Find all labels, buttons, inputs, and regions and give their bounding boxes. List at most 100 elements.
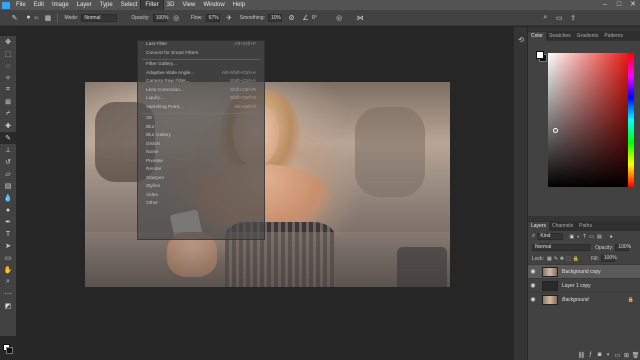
lock-pixels-icon[interactable]: ✎ <box>554 256 558 262</box>
filter-toggle-icon[interactable]: ● <box>610 234 613 240</box>
add-mask-icon[interactable]: ◙ <box>595 352 604 358</box>
filter-menu-item[interactable]: Other <box>138 200 264 209</box>
document-canvas[interactable]: Last Filter Alt+Ctrl+F Convert for Smart F… <box>16 27 513 360</box>
symmetry-icon[interactable]: ⋈ <box>356 13 365 22</box>
adjustment-layer-icon[interactable]: ◐ <box>604 352 613 358</box>
tab-patterns[interactable]: Patterns <box>601 32 626 41</box>
type-tool-icon[interactable]: T <box>0 228 16 240</box>
menu-layer[interactable]: Layer <box>73 0 96 10</box>
tab-swatches[interactable]: Swatches <box>546 32 574 41</box>
default-colors-icon[interactable]: ◩ <box>0 300 16 312</box>
eyedropper-tool-icon[interactable]: ⌿ <box>0 108 16 120</box>
tab-layers[interactable]: Layers <box>528 222 550 231</box>
layer-row[interactable]: ◉ Layer 1 copy <box>528 278 640 292</box>
maximize-button[interactable]: □ <box>612 0 626 10</box>
pressure-size-icon[interactable]: ◎ <box>335 13 344 22</box>
visibility-eye-icon[interactable]: ◉ <box>528 296 538 303</box>
eraser-tool-icon[interactable]: ▱ <box>0 168 16 180</box>
menu-3d[interactable]: 3D <box>163 0 179 10</box>
brush-preset-picker[interactable]: ● <box>24 13 33 22</box>
layer-style-icon[interactable]: ƒ <box>586 352 595 358</box>
filter-type-icon[interactable]: T <box>583 234 586 240</box>
filter-menu-item[interactable]: Camera Raw Filter... Shift+Ctrl+A <box>138 78 264 87</box>
menu-filter[interactable]: Filter <box>140 0 164 11</box>
brush-tool-icon[interactable]: ✎ <box>10 13 19 22</box>
filter-menu-item[interactable]: Last Filter Alt+Ctrl+F <box>138 41 264 50</box>
filter-menu-item[interactable]: Stylize <box>138 183 264 192</box>
lock-artboard-icon[interactable]: ⬚ <box>566 256 571 262</box>
pen-tool-icon[interactable]: ✒ <box>0 216 16 228</box>
filter-adjustment-icon[interactable]: ◐ <box>577 234 580 240</box>
filter-pixel-icon[interactable]: ▣ <box>569 234 574 240</box>
layer-opacity-field[interactable]: 100% <box>615 244 631 251</box>
history-brush-tool-icon[interactable]: ↺ <box>0 156 16 168</box>
filter-menu-item[interactable]: Filter Gallery... <box>138 61 264 70</box>
mode-select[interactable]: Normal <box>81 13 118 22</box>
blur-tool-icon[interactable]: 💧 <box>0 192 16 204</box>
minimize-button[interactable]: – <box>598 0 612 10</box>
pressure-opacity-icon[interactable]: ◎ <box>172 13 181 22</box>
close-button[interactable]: ✕ <box>626 0 640 10</box>
hand-tool-icon[interactable]: ✋ <box>0 264 16 276</box>
panel-foreground-color-swatch[interactable] <box>536 51 544 59</box>
filter-menu-item[interactable]: Distort <box>138 141 264 150</box>
filter-menu-item[interactable]: 3D <box>138 115 264 124</box>
menu-image[interactable]: Image <box>48 0 73 10</box>
filter-menu-item[interactable]: Blur Gallery <box>138 132 264 141</box>
delete-layer-icon[interactable]: 🗑 <box>631 352 640 359</box>
visibility-eye-icon[interactable]: ◉ <box>528 282 538 289</box>
filter-menu-item[interactable]: Video <box>138 192 264 201</box>
menu-view[interactable]: View <box>178 0 199 10</box>
color-picker-cursor[interactable] <box>553 128 558 133</box>
menu-window[interactable]: Window <box>199 0 228 10</box>
lock-all-icon[interactable]: 🔒 <box>573 256 579 262</box>
smoothing-field[interactable]: 10% <box>267 13 282 22</box>
layer-fill-field[interactable]: 100% <box>600 255 617 262</box>
filter-menu-item[interactable]: Lens Correction... Shift+Ctrl+R <box>138 87 264 96</box>
workspace-icon[interactable]: ▭ <box>555 13 564 22</box>
airbrush-icon[interactable]: ✈ <box>225 13 234 22</box>
layer-kind-select[interactable]: Kind <box>537 233 564 240</box>
move-tool-icon[interactable]: ✥ <box>0 36 16 48</box>
quick-select-tool-icon[interactable]: ✧ <box>0 72 16 84</box>
tab-color[interactable]: Color <box>528 32 546 41</box>
gradient-tool-icon[interactable]: ▤ <box>0 180 16 192</box>
menu-select[interactable]: Select <box>117 0 142 10</box>
layer-row[interactable]: ◉ Background 🔒 <box>528 292 640 306</box>
background-color-swatch[interactable] <box>6 347 13 354</box>
search-icon[interactable]: ⌕ <box>541 13 550 22</box>
tab-channels[interactable]: Channels <box>549 222 576 231</box>
filter-menu-item[interactable]: Adaptive Wide Angle... Alt+Shift+Ctrl+A <box>138 70 264 79</box>
menu-type[interactable]: Type <box>96 0 117 10</box>
shape-tool-icon[interactable]: ▭ <box>0 252 16 264</box>
new-layer-icon[interactable]: ⊞ <box>622 352 631 359</box>
smoothing-settings-icon[interactable]: ⚙ <box>287 13 296 22</box>
filter-menu-item[interactable]: Blur <box>138 124 264 133</box>
zoom-tool-icon[interactable]: ⌕ <box>0 276 16 288</box>
filter-menu-item[interactable]: Liquify... Shift+Ctrl+X <box>138 95 264 104</box>
lock-transparency-icon[interactable]: ▦ <box>547 256 552 262</box>
brush-tool-icon[interactable]: ✎ <box>0 132 16 144</box>
path-select-tool-icon[interactable]: ➤ <box>0 240 16 252</box>
filter-shape-icon[interactable]: ▭ <box>589 234 594 240</box>
lock-position-icon[interactable]: ✥ <box>560 256 564 262</box>
filter-menu-item[interactable]: Noise <box>138 149 264 158</box>
filter-menu-item[interactable]: Render <box>138 166 264 175</box>
tab-paths[interactable]: Paths <box>576 222 595 231</box>
blend-mode-select[interactable]: Normal <box>532 244 590 251</box>
opacity-field[interactable]: 100% <box>152 13 169 22</box>
new-group-icon[interactable]: ▭ <box>613 352 622 359</box>
link-layers-icon[interactable]: ⛓ <box>577 352 586 359</box>
share-icon[interactable]: ⇪ <box>569 13 578 22</box>
tab-gradients[interactable]: Gradients <box>574 32 602 41</box>
filter-menu-item[interactable]: Vanishing Point... Alt+Ctrl+V <box>138 104 264 113</box>
crop-tool-icon[interactable]: ⌗ <box>0 84 16 96</box>
angle-value[interactable]: 0° <box>312 15 317 21</box>
history-panel-icon[interactable]: ⟲ <box>514 33 528 47</box>
menu-edit[interactable]: Edit <box>30 0 48 10</box>
brush-settings-icon[interactable]: ▦ <box>43 13 52 22</box>
lasso-tool-icon[interactable]: ◌ <box>0 60 16 72</box>
menu-file[interactable]: File <box>12 0 30 10</box>
marquee-tool-icon[interactable]: ⬚ <box>0 48 16 60</box>
filter-smart-object-icon[interactable]: ▤ <box>597 234 602 240</box>
